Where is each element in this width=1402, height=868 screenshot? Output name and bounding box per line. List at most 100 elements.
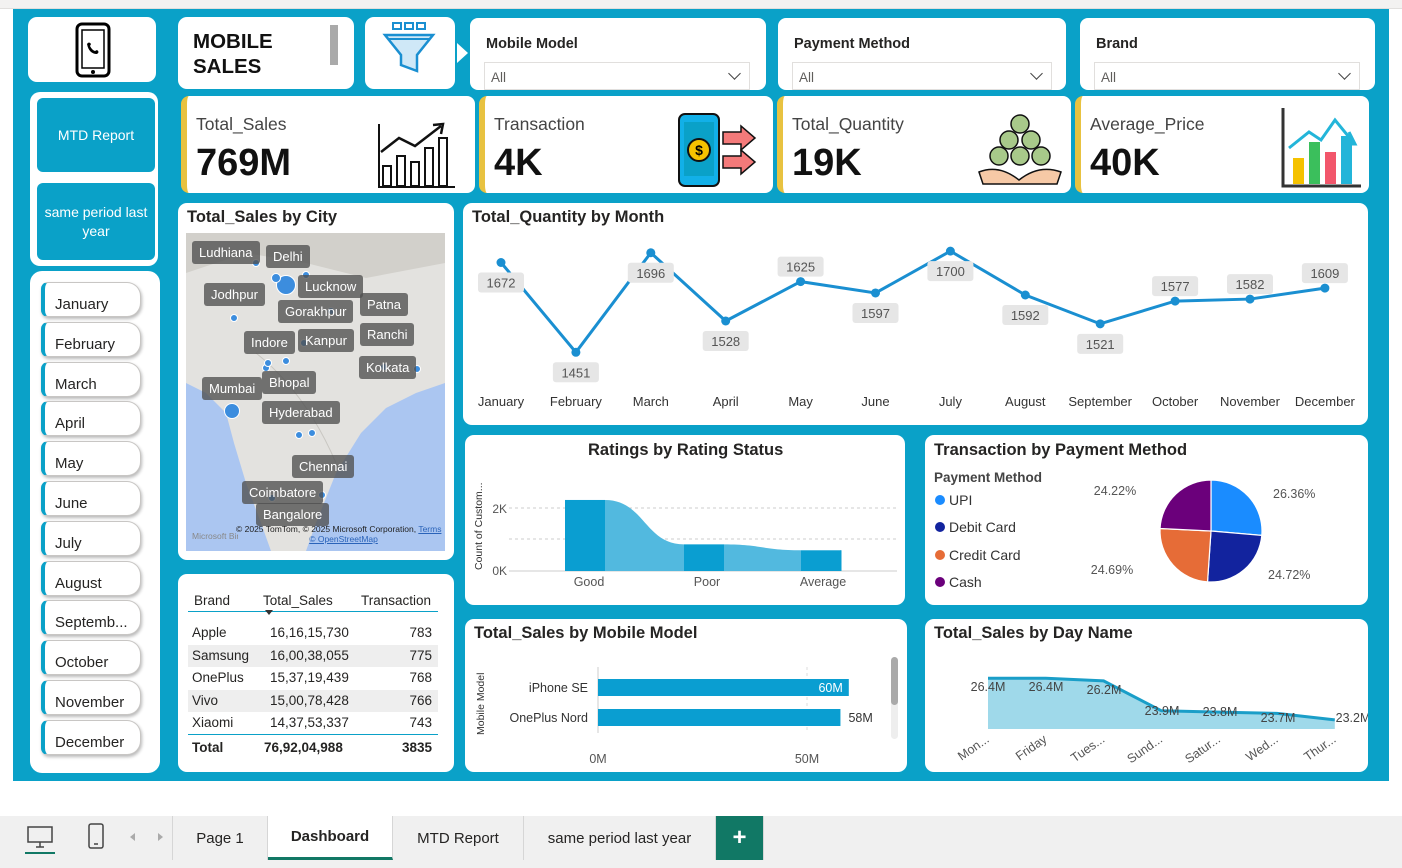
map-label-patna[interactable]: Patna: [360, 293, 408, 316]
map-bubble[interactable]: [308, 429, 316, 437]
month-button-6[interactable]: June: [41, 481, 141, 516]
kpi-value: 4K: [494, 142, 543, 184]
map-label-gorakhpur[interactable]: Gorakhpur: [278, 300, 354, 323]
ribbon-band[interactable]: [605, 499, 684, 571]
map-label-delhi[interactable]: Delhi: [266, 245, 310, 268]
mobile-view-icon[interactable]: [86, 822, 106, 852]
map-bubble[interactable]: [282, 357, 290, 365]
same-period-last-year-button[interactable]: same period last year: [37, 183, 155, 260]
table-row[interactable]: Samsung 16,00,38,055 775: [188, 644, 438, 667]
data-point[interactable]: [1095, 319, 1105, 329]
month-button-8[interactable]: August: [41, 560, 141, 596]
map-view[interactable]: Ludhiana Delhi Jodhpur Lucknow Patna Gorakhpu…: [186, 233, 445, 551]
data-point[interactable]: [571, 347, 581, 357]
column-header-transaction[interactable]: Transaction: [361, 593, 431, 608]
month-button-5[interactable]: May: [41, 441, 141, 477]
osm-link[interactable]: © OpenStreetMap: [309, 534, 378, 544]
x-tick-label: May: [788, 394, 813, 409]
data-point[interactable]: [796, 277, 806, 287]
map-bubble[interactable]: [295, 431, 303, 439]
terms-link[interactable]: Terms: [418, 524, 441, 534]
data-point[interactable]: [1245, 294, 1255, 304]
ribbon-band[interactable]: [724, 544, 801, 571]
column-header-brand[interactable]: Brand: [194, 593, 230, 608]
data-label: 1609: [1310, 266, 1339, 281]
payment-pie-chart[interactable]: 26.36% 24.72% 24.69% 24.22%: [925, 435, 1368, 605]
pie-slice[interactable]: [1159, 527, 1212, 583]
map-label-bhopal[interactable]: Bhopal: [262, 371, 317, 394]
mobile-model-dropdown[interactable]: All: [484, 62, 750, 90]
payment-method-dropdown[interactable]: All: [792, 62, 1052, 90]
filter-icon-card[interactable]: [365, 17, 468, 89]
map-label-ranchi[interactable]: Ranchi: [360, 323, 415, 346]
map-bubble[interactable]: [224, 403, 240, 419]
map-bubble[interactable]: [264, 359, 272, 367]
month-button-9[interactable]: Septemb...: [41, 600, 141, 636]
tab-mtd-report[interactable]: MTD Report: [393, 816, 524, 860]
month-button-3[interactable]: March: [41, 361, 141, 397]
pie-slice[interactable]: [1159, 479, 1212, 532]
model-bar[interactable]: [598, 679, 849, 696]
day-area-chart[interactable]: 26.4MMon...26.4MFriday26.2MTues...23.9MS…: [925, 619, 1368, 772]
pie-slice[interactable]: [1206, 530, 1263, 583]
tab-page-1[interactable]: Page 1: [173, 816, 268, 860]
scrollbar[interactable]: [891, 657, 898, 739]
prev-page-icon[interactable]: [130, 833, 135, 841]
map-label-bangalore[interactable]: Bangalore: [256, 503, 330, 526]
month-button-12[interactable]: December: [41, 719, 141, 755]
data-point[interactable]: [1320, 283, 1330, 293]
table-row[interactable]: Apple 16,16,15,730 783: [188, 622, 438, 644]
sales-cell: 15,00,78,428: [270, 692, 349, 708]
month-button-1[interactable]: January: [41, 282, 141, 317]
map-label-ludhiana[interactable]: Ludhiana: [192, 241, 260, 264]
map-label-kanpur[interactable]: Kanpur: [298, 329, 354, 352]
map-label-jodhpur[interactable]: Jodhpur: [204, 283, 265, 306]
month-button-10[interactable]: October: [41, 640, 141, 676]
map-label-mumbai[interactable]: Mumbai: [202, 377, 263, 400]
tab-dashboard[interactable]: Dashboard: [268, 816, 393, 860]
map-label-hyderabad[interactable]: Hyderabad: [262, 401, 340, 424]
table-row[interactable]: Vivo 15,00,78,428 766: [188, 689, 438, 712]
month-button-4[interactable]: April: [41, 401, 141, 437]
month-button-2[interactable]: February: [41, 321, 141, 357]
desktop-view-icon[interactable]: [25, 822, 55, 852]
pie-slice[interactable]: [1210, 479, 1263, 537]
data-point[interactable]: [945, 246, 955, 256]
map-label-chennai[interactable]: Chennai: [292, 455, 355, 478]
quantity-line-chart[interactable]: 1672 January 1451 February 1696 March 1528 Apri…: [463, 203, 1368, 425]
data-point[interactable]: [871, 288, 880, 298]
data-label: 1577: [1161, 279, 1190, 294]
data-point[interactable]: [496, 258, 506, 267]
data-point[interactable]: [721, 316, 731, 326]
brand-dropdown[interactable]: All: [1094, 62, 1360, 90]
month-button-7[interactable]: July: [41, 520, 141, 556]
data-point[interactable]: [646, 248, 656, 258]
ratings-ribbon-chart[interactable]: 2K 0K Good Poor Average: [465, 435, 905, 605]
rating-bar[interactable]: [801, 550, 841, 571]
map-bubble[interactable]: [271, 273, 281, 283]
map-label-indore[interactable]: Indore: [244, 331, 295, 354]
phone-icon: [75, 22, 111, 78]
data-point[interactable]: [1170, 296, 1180, 306]
table-row[interactable]: OnePlus 15,37,19,439 768: [188, 667, 438, 689]
model-bar[interactable]: [598, 709, 841, 726]
map-label-lucknow[interactable]: Lucknow: [298, 275, 364, 298]
mtd-report-button[interactable]: MTD Report: [37, 98, 155, 172]
rating-bar[interactable]: [565, 499, 605, 571]
map-bubble[interactable]: [230, 314, 238, 322]
x-tick-label: Tues...: [1068, 732, 1107, 765]
scrollbar-thumb[interactable]: [891, 657, 898, 705]
month-button-11[interactable]: November: [41, 680, 141, 715]
tab-same-period-last-year[interactable]: same period last year: [524, 816, 716, 860]
map-label-coimbatore[interactable]: Coimbatore: [242, 481, 324, 504]
rating-bar[interactable]: [684, 544, 724, 571]
brand-slicer: Brand All: [1080, 18, 1375, 90]
map-label-kolkata[interactable]: Kolkata: [359, 356, 417, 379]
add-page-button[interactable]: +: [716, 816, 764, 860]
table-row[interactable]: Xiaomi 14,37,53,337 743: [188, 712, 438, 734]
quantity-series-line[interactable]: [499, 249, 1326, 355]
model-bar-chart[interactable]: iPhone SE 60M OnePlus Nord 58M 0M 50M: [465, 619, 907, 772]
next-page-icon[interactable]: [158, 833, 163, 841]
column-header-total-sales[interactable]: Total_Sales: [263, 593, 333, 608]
data-point[interactable]: [1020, 290, 1030, 300]
